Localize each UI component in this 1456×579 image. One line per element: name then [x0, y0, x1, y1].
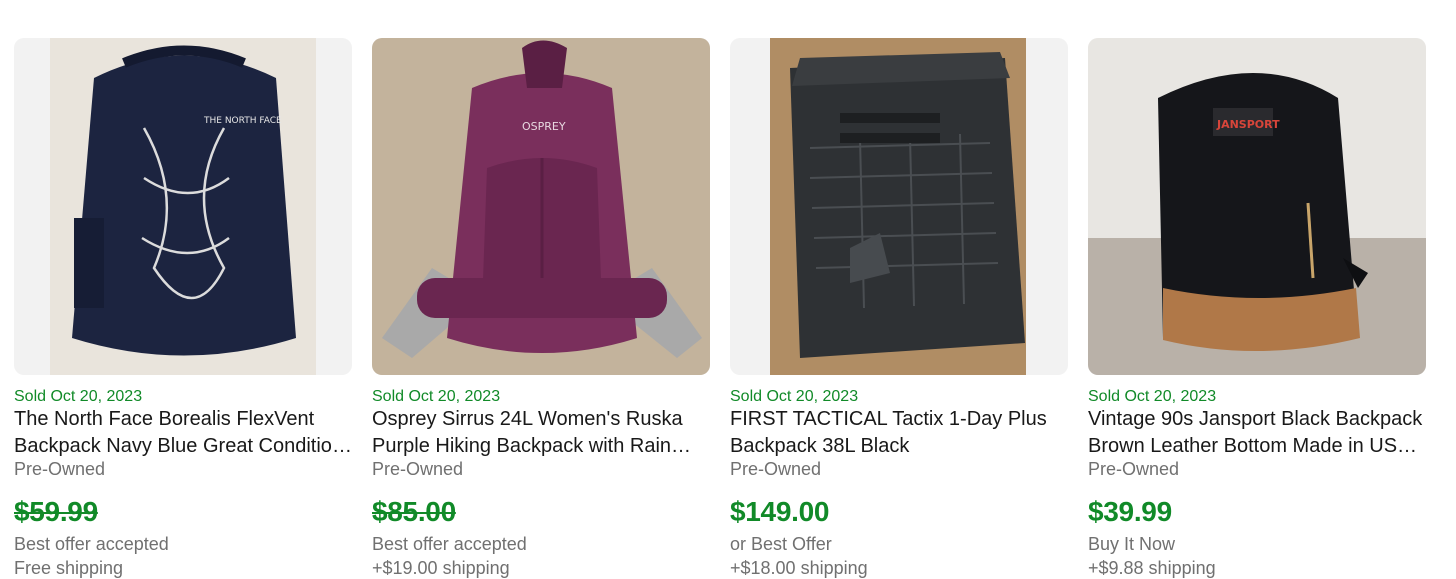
- item-condition: Pre-Owned: [372, 459, 464, 479]
- sold-date: Sold Oct 20, 2023: [372, 388, 501, 405]
- listing-card[interactable]: OSPREY Sold Oct 20, 2023 Osprey Sirrus 2…: [372, 38, 710, 578]
- listing-price: $149.00: [730, 496, 830, 527]
- purple-backpack-image[interactable]: OSPREY: [372, 38, 710, 375]
- shipping-info: +$19.00 shipping: [372, 558, 510, 578]
- brand-logo: THE NORTH FACE: [203, 116, 282, 126]
- listing-card[interactable]: Sold Oct 20, 2023 FIRST TACTICAL Tactix …: [730, 38, 1068, 578]
- item-condition: Pre-Owned: [1088, 459, 1180, 479]
- shipping-info: +$9.88 shipping: [1088, 558, 1216, 578]
- shipping-info: Free shipping: [14, 558, 124, 578]
- listing-card[interactable]: THE NORTH FACE Sold Oct 20, 2023 The Nor…: [14, 38, 352, 578]
- listing-price: $85.00: [372, 496, 456, 527]
- item-condition: Pre-Owned: [14, 459, 106, 479]
- sold-date: Sold Oct 20, 2023: [730, 388, 859, 405]
- sold-date: Sold Oct 20, 2023: [1088, 388, 1217, 405]
- sold-date: Sold Oct 20, 2023: [14, 388, 143, 405]
- listing-price: $59.99: [14, 496, 98, 527]
- purchase-type: Best offer accepted: [372, 534, 527, 554]
- purchase-type: or Best Offer: [730, 534, 832, 554]
- tactical-backpack-image[interactable]: [730, 38, 1068, 375]
- filter-chip-row: [0, 0, 1456, 4]
- navy-backpack-image[interactable]: THE NORTH FACE: [14, 38, 352, 375]
- purchase-type: Best offer accepted: [14, 534, 169, 554]
- black-backpack-image[interactable]: JANSPORT: [1088, 38, 1426, 375]
- shipping-info: +$18.00 shipping: [730, 558, 868, 578]
- purchase-type: Buy It Now: [1088, 534, 1176, 554]
- listing-title[interactable]: Vintage 90s Jansport Black Backpack Brow…: [1088, 406, 1426, 460]
- listing-title[interactable]: Osprey Sirrus 24L Women's Ruska Purple H…: [372, 406, 710, 460]
- listing-price: $39.99: [1088, 496, 1172, 527]
- listing-title[interactable]: FIRST TACTICAL Tactix 1-Day Plus Backpac…: [730, 406, 1068, 460]
- item-condition: Pre-Owned: [730, 459, 822, 479]
- listing-title[interactable]: The North Face Borealis FlexVent Backpac…: [14, 406, 352, 460]
- listing-card[interactable]: JANSPORT Sold Oct 20, 2023 Vintage 90s J…: [1088, 38, 1426, 578]
- brand-logo: JANSPORT: [1216, 118, 1280, 131]
- listing-grid: THE NORTH FACE Sold Oct 20, 2023 The Nor…: [14, 38, 1426, 578]
- brand-logo: OSPREY: [522, 120, 566, 133]
